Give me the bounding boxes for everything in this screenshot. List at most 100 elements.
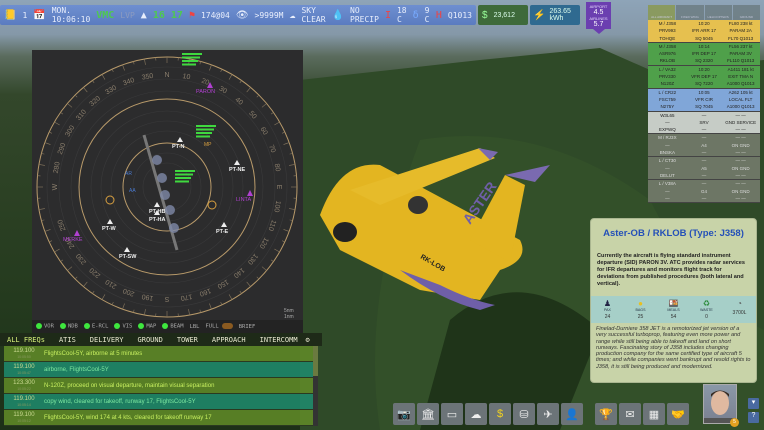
tab-helicopters[interactable]: HELICOPTERS bbox=[704, 5, 732, 20]
thermometer-icon: I bbox=[384, 9, 391, 21]
stat-label: PAX bbox=[604, 308, 611, 312]
bearing-tick bbox=[283, 229, 290, 232]
waypoint-icon[interactable] bbox=[154, 202, 160, 207]
runway-a[interactable]: 16 bbox=[153, 10, 165, 21]
bearing-tick bbox=[74, 94, 78, 98]
strip-cell: ASR976 bbox=[658, 51, 676, 57]
waypoint-icon[interactable] bbox=[221, 222, 227, 227]
fuel-button[interactable]: ⛁ bbox=[513, 403, 535, 425]
log-frequency: 119.100 10:05:47 bbox=[4, 364, 44, 376]
minimize-icon[interactable]: ▾ bbox=[748, 398, 759, 409]
strip-cell: W3L65 bbox=[660, 112, 675, 118]
rating-badge[interactable]: AIRPORT 4.5 AIRLINES 5.7 bbox=[586, 2, 611, 34]
freq-tab-tower[interactable]: TOWER bbox=[177, 336, 198, 344]
waypoint-icon[interactable] bbox=[177, 137, 183, 142]
finance-icon: $ bbox=[496, 408, 504, 420]
log-row[interactable]: 119.100 10:05:47 airborne, FlightsCool-5Y bbox=[4, 362, 313, 378]
log-row[interactable]: 123.300 10:05:22 N-120Z, proceed on visual… bbox=[4, 378, 313, 394]
strip-cell: IFR DEP 17 bbox=[692, 51, 716, 57]
freq-tab-all-freqs[interactable]: ALL FREQs bbox=[7, 336, 45, 344]
radar-scope[interactable]: N 10 20 30 40 50 60 70 80 E 100 110 120 130 140 150 160 1… bbox=[32, 50, 303, 320]
filter-full[interactable]: FULL bbox=[206, 323, 233, 330]
fix-icon[interactable] bbox=[74, 230, 80, 236]
settings-icon[interactable]: ⚙ bbox=[306, 336, 310, 344]
freq-tab-atis[interactable]: ATIS bbox=[59, 336, 76, 344]
bearing-tick bbox=[289, 208, 296, 210]
toggle-on-icon bbox=[59, 323, 66, 330]
money-display[interactable]: $23,612 bbox=[478, 5, 528, 25]
filter-vor[interactable]: VOR bbox=[36, 323, 54, 330]
fix-icon[interactable] bbox=[247, 190, 253, 196]
freq-tab-approach[interactable]: APPROACH bbox=[212, 336, 246, 344]
strip-cell: 10:20 bbox=[698, 21, 710, 26]
bearing-tick bbox=[41, 219, 45, 221]
mail-button[interactable]: ✉ bbox=[619, 403, 641, 425]
log-scrollbar[interactable] bbox=[313, 346, 318, 426]
flight-strip[interactable]: L / V38A — — — — G4 ON GND — — — — bbox=[648, 180, 760, 204]
energy-display[interactable]: ⚡ 263.65 kWh bbox=[530, 5, 580, 25]
bearing-label: 310 bbox=[75, 109, 88, 123]
notes-icon[interactable]: 📒 bbox=[4, 10, 16, 21]
tab-fixed-wing[interactable]: FIXED WING bbox=[676, 5, 704, 20]
bearing-tick bbox=[83, 281, 88, 287]
terminal-button[interactable]: 🏛 bbox=[417, 403, 439, 425]
filter-brief[interactable]: BRIEF bbox=[239, 324, 256, 330]
flight-strip[interactable]: M / J358 10:14 FL56 237 kt ASR976 IFR DEP 17… bbox=[648, 42, 760, 66]
tab-all-aircraft[interactable]: ALL AIRCRAFT bbox=[648, 5, 676, 20]
handshake-button[interactable]: 🤝 bbox=[667, 403, 689, 425]
fix-label: MERKE bbox=[63, 237, 83, 243]
log-row[interactable]: 119.100 10:05:14 copy wind, cleared for ta… bbox=[4, 394, 313, 410]
flight-strip[interactable]: M / J358 10:20 FL80 238 kt PRV993 IFR ARR 17… bbox=[648, 20, 760, 43]
runway-b[interactable]: 17 bbox=[171, 10, 183, 21]
camera-button[interactable]: 📷 bbox=[393, 403, 415, 425]
terminal-icon: 🏛 bbox=[421, 408, 435, 421]
flight-strip[interactable]: L / CR22 10:05 A262 105 kt FSC759 VFR CIR LOC… bbox=[648, 88, 760, 112]
filter-lbl[interactable]: LBL bbox=[190, 324, 200, 330]
aircraft-tag[interactable]: MP bbox=[204, 142, 212, 148]
runway-centerline bbox=[142, 134, 179, 251]
strip-filter-tabs: ALL AIRCRAFT FIXED WING HELICOPTERS GROU… bbox=[648, 5, 760, 23]
filter-map[interactable]: MAP bbox=[138, 323, 156, 330]
schedule-button[interactable]: ▦ bbox=[643, 403, 665, 425]
strip-cell: RKLOB bbox=[659, 58, 675, 64]
money-value: 23,612 bbox=[493, 11, 515, 19]
pressure: Q1013 bbox=[447, 10, 472, 20]
help-icon[interactable]: ? bbox=[748, 412, 759, 423]
waypoint-label: PT-W bbox=[102, 226, 117, 232]
log-row[interactable]: 119.100 10:05:50 FlightsCool-5Y, airborne … bbox=[4, 346, 313, 362]
waypoint-icon[interactable] bbox=[107, 219, 113, 224]
freq-tab-ground[interactable]: GROUND bbox=[138, 336, 163, 344]
strip-cell: L / CR22 bbox=[658, 89, 677, 95]
aircraft-tag[interactable]: AR bbox=[125, 171, 132, 177]
filter-e-rcl[interactable]: E-RCL bbox=[83, 323, 108, 330]
filter-vis[interactable]: VIS bbox=[114, 323, 132, 330]
hangar-button[interactable]: ▭ bbox=[441, 403, 463, 425]
freq-tab-intercomm[interactable]: INTERCOMM bbox=[260, 336, 298, 344]
filter-beam[interactable]: BEAM bbox=[162, 323, 184, 330]
finance-button[interactable]: $ bbox=[489, 403, 511, 425]
strip-cell: A4 bbox=[701, 142, 707, 148]
trophy-button[interactable]: 🏆 bbox=[595, 403, 617, 425]
tab-ground-services[interactable]: GROUND SERVICES bbox=[732, 5, 760, 23]
weather-button[interactable]: ☁ bbox=[465, 403, 487, 425]
filter-ndb[interactable]: NDB bbox=[59, 323, 78, 330]
aircraft-tag[interactable]: AA bbox=[129, 188, 136, 194]
calendar-icon[interactable]: 📅 bbox=[33, 10, 45, 21]
bearing-label: E bbox=[275, 185, 282, 190]
freq-tab-delivery[interactable]: DELIVERY bbox=[90, 336, 124, 344]
flight-strip[interactable]: L / CT30— — — — A5 ON GND DELUT — — — bbox=[648, 157, 760, 181]
bearing-tick bbox=[144, 58, 146, 65]
bearing-label: 320 bbox=[89, 95, 103, 108]
waypoint-icon[interactable] bbox=[124, 247, 130, 252]
mode-toggle[interactable] bbox=[221, 323, 233, 330]
log-time: 10:05:22 bbox=[17, 386, 31, 391]
flight-strip[interactable]: L / VA32 10:20 A1411 181 kt PRV330 VFR DEP 1… bbox=[648, 65, 760, 89]
datablock-line bbox=[196, 132, 212, 134]
staff-button[interactable]: 👤 bbox=[561, 403, 583, 425]
flight-strip[interactable]: M / RJ3X — — — — A4 ON GND BNSKA — — — bbox=[648, 134, 760, 158]
bearing-label: N bbox=[164, 72, 169, 79]
flight-strip[interactable]: W3L65— — — — SRV GND SERVICE EXPWQ — — — bbox=[648, 111, 760, 135]
bearing-tick bbox=[54, 121, 60, 126]
log-row[interactable]: 119.100 10:05:12 FlightsCool-5Y, wind 174 … bbox=[4, 410, 313, 426]
airline-button[interactable]: ✈ bbox=[537, 403, 559, 425]
